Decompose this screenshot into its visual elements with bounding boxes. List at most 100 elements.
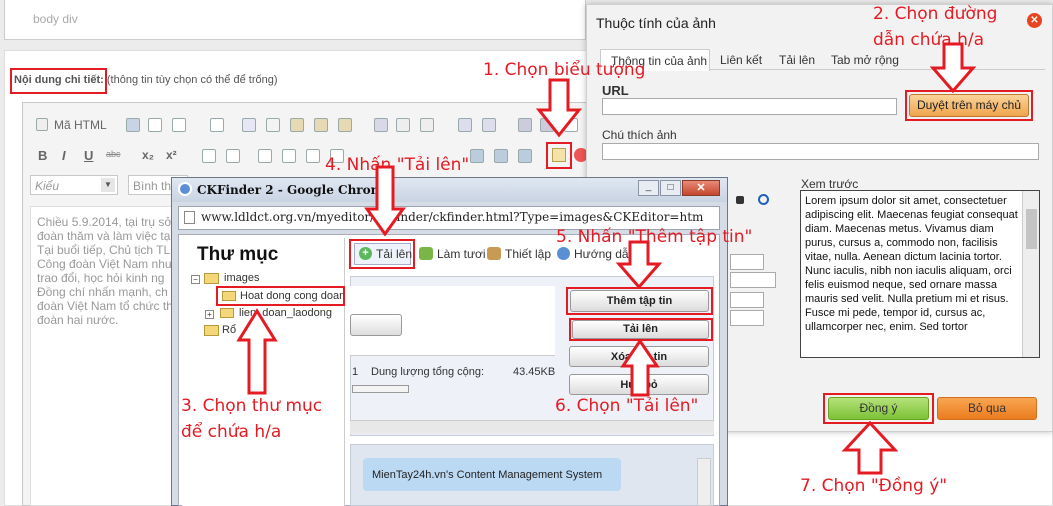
step3-note-line2: để chứa h/a: [181, 422, 282, 442]
cancel-label: Bỏ qua: [967, 401, 1007, 415]
maximize-button[interactable]: □: [660, 180, 681, 196]
bold-icon[interactable]: B: [38, 148, 47, 163]
window-title: CKFinder 2 - Google Chrome: [197, 183, 391, 197]
preview-scrollbar[interactable]: [1022, 191, 1039, 357]
tab-upload[interactable]: Tải lên: [779, 53, 815, 67]
link-icon[interactable]: [470, 149, 484, 163]
hspace-input[interactable]: [730, 310, 764, 326]
source-button[interactable]: Mã HTML: [30, 114, 112, 136]
address-url[interactable]: www.ldldct.org.vn/myeditor/myfinder/ckfi…: [201, 210, 716, 224]
copy-icon[interactable]: [266, 118, 280, 132]
undo-icon[interactable]: [458, 118, 472, 132]
body-line: đoàn Việt Nam tổ chức th: [37, 299, 173, 313]
step6-note: 6. Chọn "Tải lên": [555, 396, 699, 416]
dialog-close-icon[interactable]: ✕: [1027, 13, 1042, 28]
folder-icon: [204, 273, 219, 284]
toolbar-row2-icons: B I U abc x₂ x²: [30, 145, 590, 167]
unlink-icon[interactable]: [494, 149, 508, 163]
style-select-arrow-icon: ▼: [101, 178, 115, 192]
settings-button[interactable]: Thiết lập: [505, 247, 551, 261]
folder-icon: [220, 308, 234, 318]
footer-scrollbar[interactable]: [697, 458, 711, 506]
print-icon[interactable]: [374, 118, 388, 132]
tab-advanced[interactable]: Tab mở rộng: [831, 53, 899, 67]
tree-item-images[interactable]: images: [224, 272, 259, 284]
file-area-scrollbar[interactable]: [350, 420, 714, 434]
tab-link[interactable]: Liên kết: [720, 53, 762, 67]
image-icon-highlight: [546, 142, 572, 169]
refresh-button[interactable]: Làm tươi: [437, 247, 486, 261]
scayt-icon[interactable]: [420, 118, 434, 132]
size-value: 43.45KB: [513, 366, 556, 378]
save-icon[interactable]: [126, 118, 140, 132]
url-input[interactable]: [602, 98, 897, 115]
tree-expand-icon[interactable]: +: [205, 310, 214, 319]
find-icon[interactable]: [518, 118, 532, 132]
settings-icon: [487, 247, 501, 260]
cms-banner-text: MienTay24h.vn's Content Management Syste…: [372, 469, 603, 481]
paste-text-icon[interactable]: [314, 118, 328, 132]
border-input[interactable]: [730, 292, 764, 308]
page-icon: [184, 211, 195, 224]
indent-icon[interactable]: [282, 149, 296, 163]
superscript-icon[interactable]: x²: [166, 148, 177, 162]
help-icon: [557, 247, 570, 260]
editor-body-text: Chiều 5.9.2014, tại trụ sở đoàn thăm và …: [37, 215, 173, 327]
step2-note-line1: 2. Chọn đường: [873, 4, 998, 24]
spellcheck-icon[interactable]: [396, 118, 410, 132]
style-select-value: Kiểu: [35, 179, 60, 193]
arrow-step6-icon: [620, 338, 660, 397]
body-line: Công đoàn Việt Nam như: [37, 257, 173, 271]
cut-icon[interactable]: [242, 118, 256, 132]
preview-text: Lorem ipsum dolor sit amet, consectetuer…: [805, 195, 1018, 333]
reset-size-icon[interactable]: [758, 194, 769, 205]
subscript-icon[interactable]: x₂: [142, 148, 154, 162]
chrome-icon: [178, 182, 192, 196]
source-icon: [36, 118, 48, 131]
width-input[interactable]: [730, 254, 764, 270]
refresh-icon: [419, 247, 433, 260]
anchor-icon[interactable]: [518, 149, 532, 163]
close-window-button[interactable]: ✕: [682, 180, 720, 196]
browse-file-button[interactable]: [350, 314, 402, 336]
new-page-icon[interactable]: [148, 118, 162, 132]
paste-word-icon[interactable]: [338, 118, 352, 132]
cancel-button[interactable]: Bỏ qua: [937, 397, 1037, 420]
preview-icon[interactable]: [172, 118, 186, 132]
redo-icon[interactable]: [482, 118, 496, 132]
arrow-step5-icon: [616, 240, 662, 290]
paste-icon[interactable]: [290, 118, 304, 132]
lock-ratio-icon[interactable]: [736, 196, 744, 204]
content-label-highlight: [10, 68, 107, 94]
dialog-title: Thuộc tính của ảnh: [596, 15, 716, 31]
size-prefix: 1: [352, 366, 359, 378]
tree-item-basket[interactable]: Rổ: [222, 324, 236, 336]
minimize-button[interactable]: _: [638, 180, 659, 196]
body-line: Chiều 5.9.2014, tại trụ sở: [37, 215, 173, 229]
content-label-hint: (thông tin tùy chọn có thể để trống): [103, 74, 278, 86]
preview-scroll-thumb[interactable]: [1026, 209, 1037, 249]
body-line: Đồng chí nhấn mạnh, ch: [37, 285, 168, 299]
bulleted-list-icon[interactable]: [226, 149, 240, 163]
folders-heading: Thư mục: [197, 244, 279, 265]
element-path[interactable]: body div: [33, 12, 78, 26]
blockquote-icon[interactable]: [306, 149, 320, 163]
arrow-step3-icon: [236, 308, 278, 395]
body-line: đoàn hai nước.: [37, 313, 119, 327]
tree-toggle-icon[interactable]: −: [191, 275, 200, 284]
alt-text-input[interactable]: [602, 143, 1039, 160]
upload-toolbar-highlight: [349, 239, 415, 269]
strike-icon[interactable]: abc: [106, 149, 121, 159]
outdent-icon[interactable]: [258, 149, 272, 163]
underline-icon[interactable]: U: [84, 148, 93, 163]
italic-icon[interactable]: I: [62, 148, 66, 163]
preview-box: Lorem ipsum dolor sit amet, consectetuer…: [800, 190, 1040, 358]
toolbar-row1-icons: [120, 114, 590, 136]
templates-icon[interactable]: [210, 118, 224, 132]
add-file-highlight: [566, 287, 713, 315]
arrow-step4-icon: [364, 165, 406, 237]
height-input[interactable]: [730, 272, 776, 288]
numbered-list-icon[interactable]: [202, 149, 216, 163]
style-select[interactable]: Kiểu ▼: [30, 175, 118, 195]
alt-text-label: Chú thích ảnh: [602, 128, 677, 142]
